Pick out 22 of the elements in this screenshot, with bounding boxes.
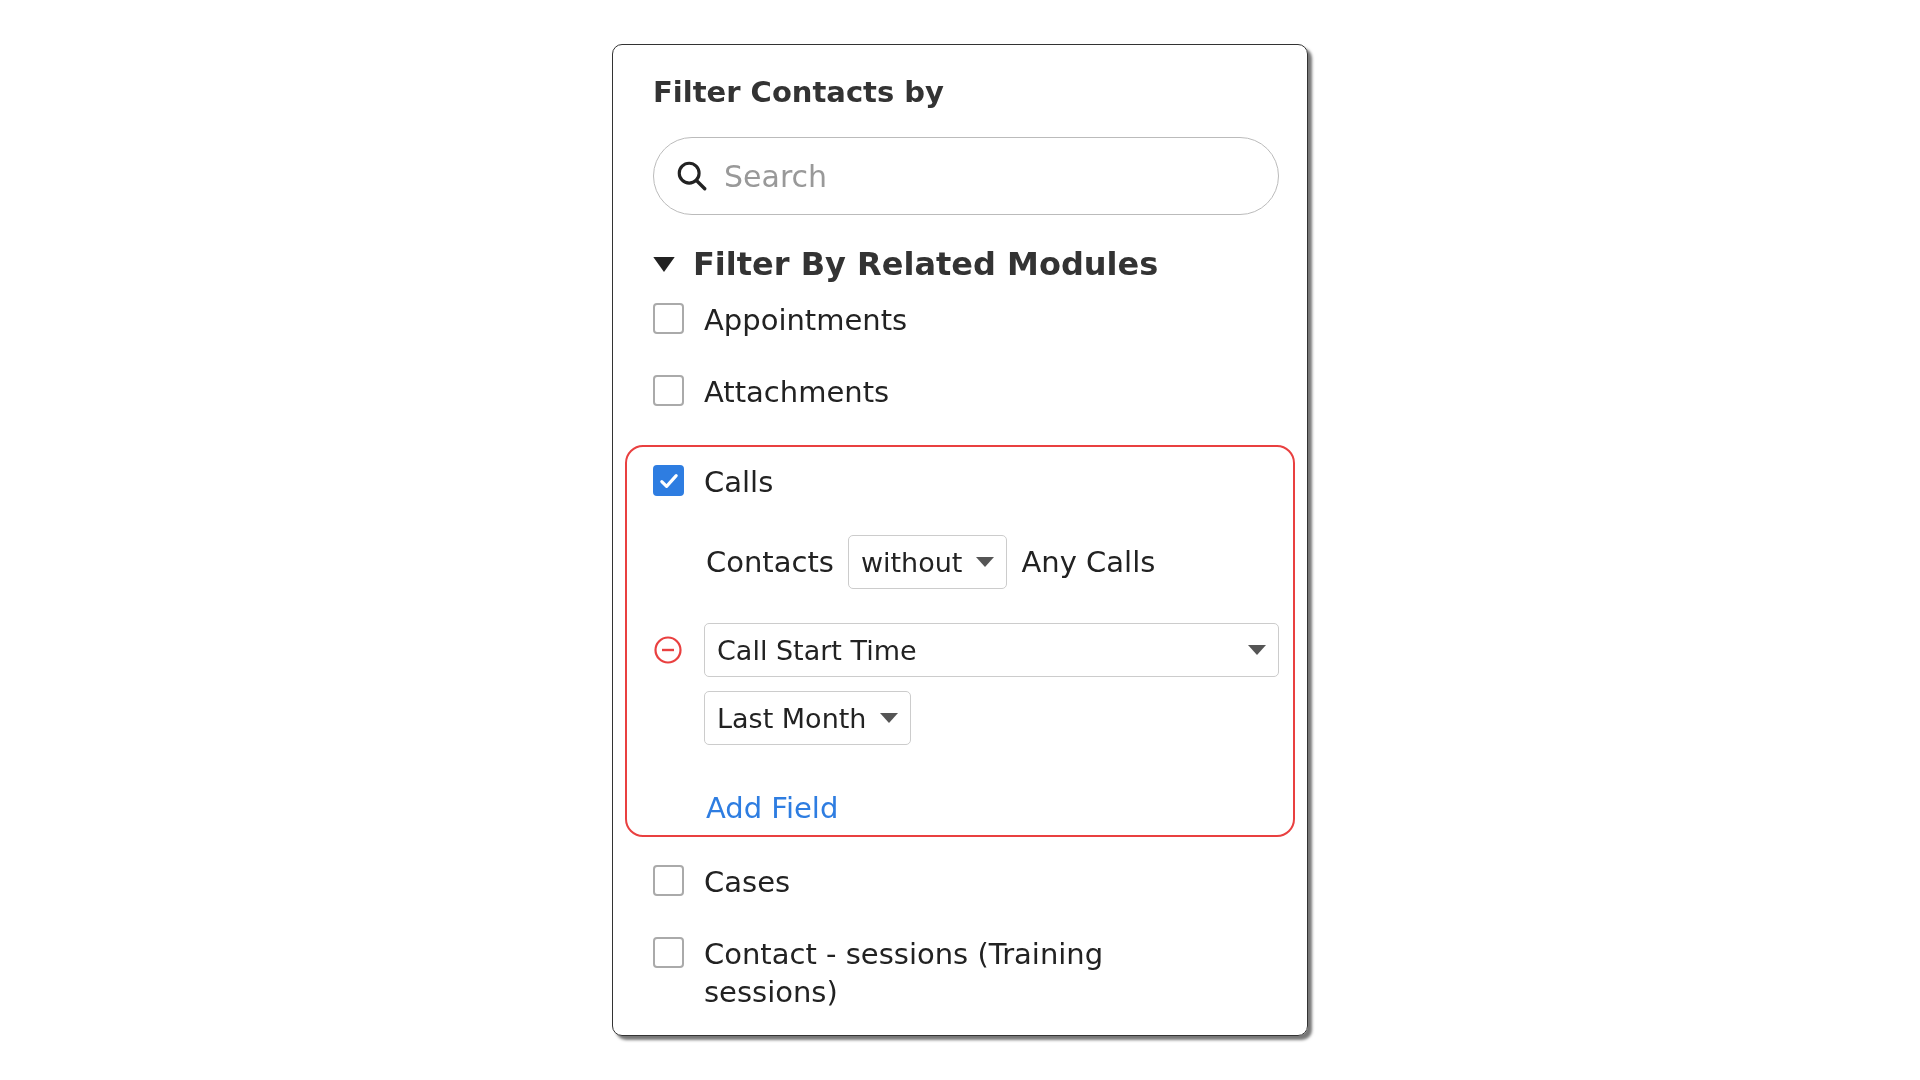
field-dropdown[interactable]: Call Start Time [704, 623, 1279, 677]
checkbox-label: Contact - sessions (Training sessions) [704, 936, 1105, 1011]
checkbox-label: Attachments [704, 374, 890, 411]
checkbox[interactable] [653, 465, 684, 496]
checkbox-label: Cases [704, 864, 791, 901]
search-icon [675, 159, 709, 193]
value-dropdown[interactable]: Last Month [704, 691, 912, 745]
section-title: Filter By Related Modules [693, 245, 1159, 283]
checkbox-label: Calls [704, 464, 774, 501]
search-field[interactable]: Search [653, 137, 1279, 215]
checkbox[interactable] [653, 303, 684, 334]
checkbox-label: Appointments [704, 302, 908, 339]
caret-icon[interactable] [653, 256, 675, 272]
condition-text: Any Calls [1021, 545, 1156, 579]
operator-dropdown[interactable]: without [847, 535, 1008, 589]
condition-text: Contacts [706, 545, 834, 579]
checkbox[interactable] [653, 375, 684, 406]
panel-title: Filter Contacts by [653, 75, 945, 109]
remove-icon[interactable] [653, 634, 683, 666]
add-field-link[interactable]: Add Field [706, 791, 839, 825]
checkbox[interactable] [653, 937, 684, 968]
checkbox[interactable] [653, 865, 684, 896]
